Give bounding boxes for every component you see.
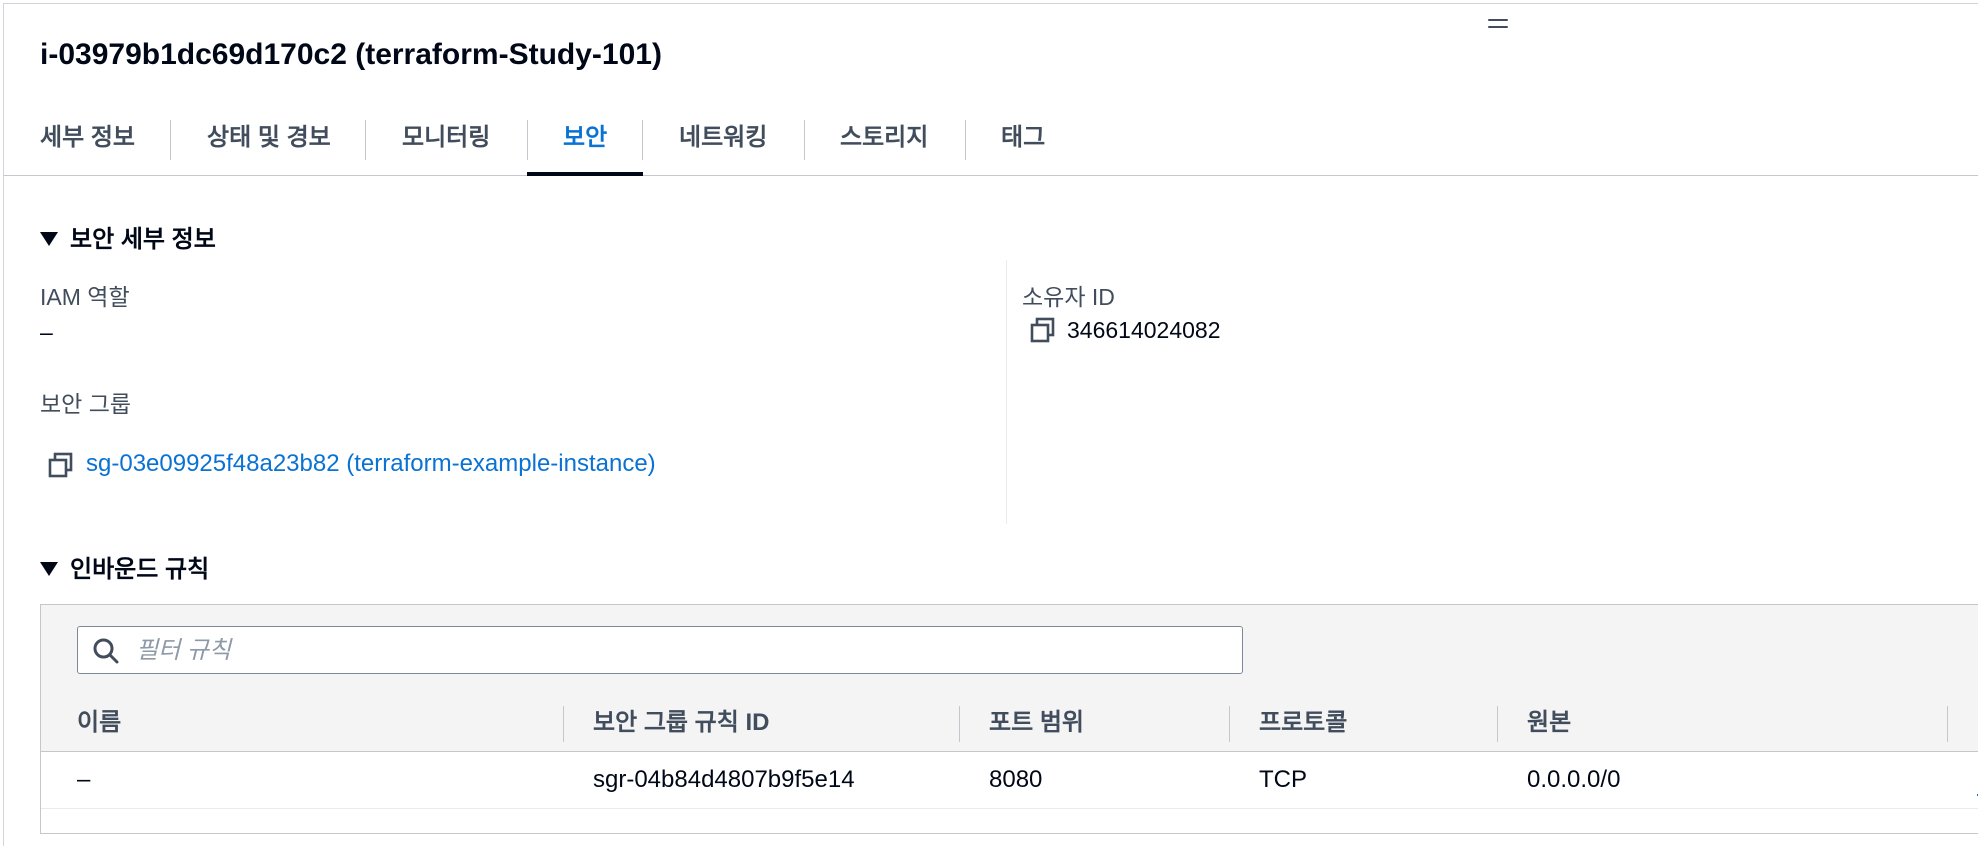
tab-divider: [804, 120, 805, 160]
cell-port-range: 8080: [989, 766, 1043, 793]
instance-detail-panel: i-03979b1dc69d170c2 (terraform-Study-101…: [3, 3, 1978, 846]
tab-monitoring[interactable]: 모니터링: [402, 112, 490, 175]
tab-storage[interactable]: 스토리지: [840, 112, 928, 175]
tab-divider: [527, 120, 528, 160]
column-header-rule-id[interactable]: 보안 그룹 규칙 ID: [593, 695, 769, 751]
column-resizer[interactable]: [959, 706, 960, 742]
caret-down-icon: [40, 561, 58, 576]
caret-down-icon: [40, 231, 58, 246]
column-header-port-range[interactable]: 포트 범위: [989, 695, 1084, 751]
search-icon: [93, 638, 119, 664]
column-resizer[interactable]: [1229, 706, 1230, 742]
cell-source: 0.0.0.0/0: [1527, 766, 1621, 793]
tab-divider: [170, 120, 171, 160]
inbound-rules-table: 이름 보안 그룹 규칙 ID 포트 범위 프로토콜 원본 – sgr-04b84…: [40, 604, 1978, 834]
drag-handle-icon[interactable]: [1488, 19, 1508, 31]
security-details-heading: 보안 세부 정보: [70, 226, 216, 253]
security-group-link[interactable]: sg-03e09925f48a23b82 (terraform-example-…: [86, 450, 656, 478]
cell-name: –: [77, 766, 91, 793]
tab-status-alarms[interactable]: 상태 및 경보: [207, 112, 331, 175]
cell-protocol: TCP: [1259, 766, 1307, 793]
page-title: i-03979b1dc69d170c2 (terraform-Study-101…: [40, 38, 662, 71]
tab-security[interactable]: 보안: [526, 112, 644, 176]
column-resizer[interactable]: [1497, 706, 1498, 742]
security-groups-label: 보안 그룹: [40, 391, 132, 417]
security-details-toggle[interactable]: 보안 세부 정보: [40, 219, 216, 254]
filter-rules-input[interactable]: [134, 627, 1228, 675]
column-header-protocol[interactable]: 프로토콜: [1259, 695, 1347, 751]
copy-icon[interactable]: [1030, 317, 1056, 343]
owner-id-label: 소유자 ID: [1022, 284, 1115, 310]
filter-box[interactable]: [77, 626, 1243, 675]
owner-id-value: 346614024082: [1067, 317, 1221, 343]
column-header-name[interactable]: 이름: [77, 695, 121, 751]
tab-details[interactable]: 세부 정보: [40, 112, 135, 175]
table-row: – sgr-04b84d4807b9f5e14 8080 TCP 0.0.0.0…: [41, 752, 1978, 809]
inbound-rules-heading: 인바운드 규칙: [70, 556, 210, 583]
tab-divider: [965, 120, 966, 160]
column-resizer[interactable]: [1947, 706, 1948, 742]
cell-rule-id: sgr-04b84d4807b9f5e14: [593, 766, 855, 793]
iam-role-label: IAM 역할: [40, 284, 130, 310]
tab-divider: [365, 120, 366, 160]
table-header: 이름 보안 그룹 규칙 ID 포트 범위 프로토콜 원본: [41, 695, 1978, 752]
copy-icon[interactable]: [48, 452, 74, 478]
column-divider: [1006, 260, 1007, 524]
tab-bar: 세부 정보 상태 및 경보 모니터링 보안 네트워킹 스토리지 태그: [4, 112, 1978, 176]
iam-role-value: –: [40, 319, 53, 345]
tab-networking[interactable]: 네트워킹: [679, 112, 767, 175]
column-header-source[interactable]: 원본: [1527, 695, 1571, 751]
tab-divider: [642, 120, 643, 160]
table-toolbar: [41, 605, 1978, 695]
column-resizer[interactable]: [563, 706, 564, 742]
inbound-rules-toggle[interactable]: 인바운드 규칙: [40, 549, 209, 584]
tab-tags[interactable]: 태그: [1001, 112, 1045, 175]
